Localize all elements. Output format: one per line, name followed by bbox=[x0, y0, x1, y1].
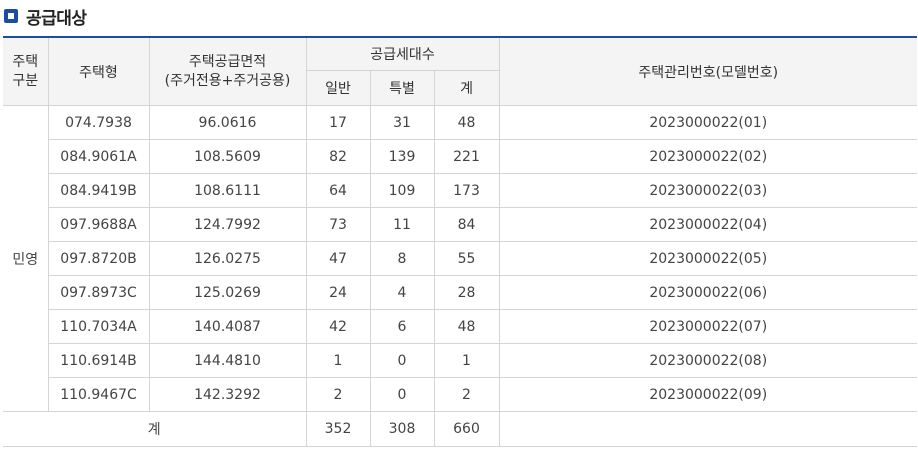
special-units-cell: 8 bbox=[369, 241, 435, 276]
total-general: 352 bbox=[305, 411, 371, 447]
management-number-cell: 2023000022(03) bbox=[498, 173, 918, 208]
header-special: 특별 bbox=[369, 70, 435, 106]
header-total: 계 bbox=[433, 70, 500, 106]
header-housing-group: 주택 구분 bbox=[3, 36, 49, 106]
header-supply-units: 공급세대수 bbox=[305, 36, 500, 71]
management-number-cell: 2023000022(04) bbox=[498, 207, 918, 242]
general-units-cell: 82 bbox=[305, 139, 371, 174]
housing-model-cell: 110.9467C bbox=[47, 377, 150, 412]
management-number-cell: 2023000022(07) bbox=[498, 309, 918, 344]
supply-target-table: 주택 구분 주택형 주택공급면적 (주거전용+주거공용) 공급세대수 주택관리번… bbox=[3, 36, 918, 447]
section-title: 공급대상 bbox=[26, 8, 87, 29]
special-units-cell: 0 bbox=[369, 343, 435, 378]
housing-model-cell: 097.9688A bbox=[47, 207, 150, 242]
header-supply-area: 주택공급면적 (주거전용+주거공용) bbox=[148, 36, 307, 106]
supply-area-cell: 108.5609 bbox=[148, 139, 307, 174]
table-row: 097.8973C 125.0269 24 4 28 2023000022(06) bbox=[3, 275, 918, 310]
housing-model-cell: 084.9061A bbox=[47, 139, 150, 174]
total-units: 660 bbox=[433, 411, 500, 447]
square-bullet-icon bbox=[4, 9, 18, 23]
general-units-cell: 17 bbox=[305, 105, 371, 140]
general-units-cell: 42 bbox=[305, 309, 371, 344]
general-units-cell: 73 bbox=[305, 207, 371, 242]
special-units-cell: 11 bbox=[369, 207, 435, 242]
table-row: 110.6914B 144.4810 1 0 1 2023000022(08) bbox=[3, 343, 918, 378]
total-units-cell: 84 bbox=[433, 207, 500, 242]
header-housing-model: 주택형 bbox=[47, 36, 150, 106]
table-total-row: 계 352 308 660 bbox=[3, 411, 918, 447]
supply-area-cell: 108.6111 bbox=[148, 173, 307, 208]
general-units-cell: 47 bbox=[305, 241, 371, 276]
special-units-cell: 0 bbox=[369, 377, 435, 412]
general-units-cell: 2 bbox=[305, 377, 371, 412]
supply-area-cell: 126.0275 bbox=[148, 241, 307, 276]
supply-area-cell: 96.0616 bbox=[148, 105, 307, 140]
management-number-cell: 2023000022(05) bbox=[498, 241, 918, 276]
total-label: 계 bbox=[3, 411, 307, 447]
total-units-cell: 55 bbox=[433, 241, 500, 276]
housing-model-cell: 097.8973C bbox=[47, 275, 150, 310]
general-units-cell: 24 bbox=[305, 275, 371, 310]
total-management-number bbox=[498, 411, 918, 447]
header-supply-area-line1: 주택공급면적 bbox=[188, 53, 267, 70]
general-units-cell: 1 bbox=[305, 343, 371, 378]
total-units-cell: 221 bbox=[433, 139, 500, 174]
total-units-cell: 48 bbox=[433, 309, 500, 344]
total-units-cell: 173 bbox=[433, 173, 500, 208]
header-housing-group-line1: 주택 bbox=[12, 53, 39, 70]
table-row: 민영 074.7938 96.0616 17 31 48 2023000022(01) bbox=[3, 105, 918, 412]
header-general: 일반 bbox=[305, 70, 371, 106]
special-units-cell: 109 bbox=[369, 173, 435, 208]
total-units-cell: 48 bbox=[433, 105, 500, 140]
table-row: 097.9688A 124.7992 73 11 84 2023000022(04) bbox=[3, 207, 918, 242]
total-units-cell: 28 bbox=[433, 275, 500, 310]
special-units-cell: 4 bbox=[369, 275, 435, 310]
special-units-cell: 139 bbox=[369, 139, 435, 174]
header-housing-group-line2: 구분 bbox=[12, 72, 39, 89]
table-row: 110.9467C 142.3292 2 0 2 2023000022(09) bbox=[3, 377, 918, 412]
general-units-cell: 64 bbox=[305, 173, 371, 208]
table-row: 084.9419B 108.6111 64 109 173 2023000022(03) bbox=[3, 173, 918, 208]
management-number-cell: 2023000022(09) bbox=[498, 377, 918, 412]
supply-area-cell: 142.3292 bbox=[148, 377, 307, 412]
table-row: 097.8720B 126.0275 47 8 55 2023000022(05) bbox=[3, 241, 918, 276]
management-number-cell: 2023000022(06) bbox=[498, 275, 918, 310]
housing-model-cell: 097.8720B bbox=[47, 241, 150, 276]
housing-model-cell: 110.7034A bbox=[47, 309, 150, 344]
special-units-cell: 6 bbox=[369, 309, 435, 344]
management-number-cell: 2023000022(08) bbox=[498, 343, 918, 378]
supply-area-cell: 140.4087 bbox=[148, 309, 307, 344]
housing-model-cell: 074.7938 bbox=[47, 105, 150, 140]
supply-area-cell: 144.4810 bbox=[148, 343, 307, 378]
total-units-cell: 1 bbox=[433, 343, 500, 378]
management-number-cell: 2023000022(01) bbox=[498, 105, 918, 140]
table-row: 084.9061A 108.5609 82 139 221 2023000022(02) bbox=[3, 139, 918, 174]
housing-model-cell: 110.6914B bbox=[47, 343, 150, 378]
supply-area-cell: 125.0269 bbox=[148, 275, 307, 310]
total-units-cell: 2 bbox=[433, 377, 500, 412]
section-header: 공급대상 bbox=[0, 0, 918, 32]
special-units-cell: 31 bbox=[369, 105, 435, 140]
header-management-number: 주택관리번호(모델번호) bbox=[498, 36, 918, 106]
housing-model-cell: 084.9419B bbox=[47, 173, 150, 208]
total-special: 308 bbox=[369, 411, 435, 447]
header-supply-area-line2: (주거전용+주거공용) bbox=[164, 72, 291, 89]
housing-group-cell: 민영 bbox=[3, 105, 49, 412]
supply-area-cell: 124.7992 bbox=[148, 207, 307, 242]
table-row: 110.7034A 140.4087 42 6 48 2023000022(07) bbox=[3, 309, 918, 344]
management-number-cell: 2023000022(02) bbox=[498, 139, 918, 174]
